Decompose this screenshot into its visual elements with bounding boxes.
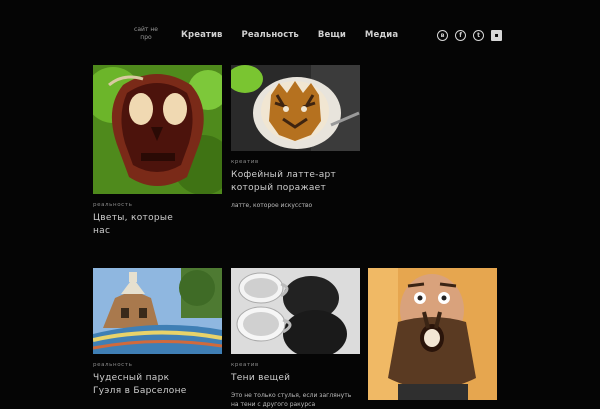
article-card: креатив Тени вещей Это не только стулья,…: [231, 268, 360, 409]
article-title[interactable]: Чудесный парк Гуэля в Барселоне: [93, 372, 222, 398]
article-title-line-2: нас: [93, 226, 111, 236]
site-logo[interactable]: сайт не про: [131, 26, 161, 42]
article-thumbnail-park[interactable]: [93, 268, 222, 354]
main-nav: Креатив Реальность Вещи Медиа: [181, 30, 417, 40]
article-category: реальность: [93, 202, 133, 208]
article-title[interactable]: Цветы, которые нас: [93, 212, 222, 238]
nav-item-creative[interactable]: Креатив: [181, 30, 223, 40]
article-thumbnail-cups[interactable]: [231, 268, 360, 354]
article-title-line-1: Цветы, которые: [93, 213, 174, 223]
article-title[interactable]: Тени вещей: [231, 372, 360, 385]
article-card: реальность Чудесный парк Гуэля в Барсело…: [93, 268, 222, 398]
article-card: креатив Кофейный латте-арт который пораж…: [231, 65, 360, 210]
article-excerpt: латте, которое искусство: [231, 202, 313, 209]
social-links: в f t ▪: [437, 30, 502, 41]
article-category: креатив: [231, 159, 259, 165]
article-card: [368, 268, 497, 400]
nav-item-media[interactable]: Медиа: [365, 30, 398, 40]
article-title-line-1: Чудесный парк: [93, 373, 170, 383]
article-title-line-2: Гуэля в Барселоне: [93, 386, 187, 396]
vk-icon[interactable]: в: [437, 30, 448, 41]
facebook-icon[interactable]: f: [455, 30, 466, 41]
article-thumbnail-latte[interactable]: [231, 65, 360, 151]
article-title-line-2: который поражает: [231, 183, 327, 193]
article-category: реальность: [93, 362, 133, 368]
nav-item-things[interactable]: Вещи: [318, 30, 346, 40]
article-title-line-1: Кофейный латте-арт: [231, 170, 337, 180]
twitter-icon[interactable]: t: [473, 30, 484, 41]
article-category: креатив: [231, 362, 259, 368]
article-thumbnail-flower[interactable]: [93, 65, 222, 194]
article-excerpt: Это не только стулья, если заглянуть на …: [231, 392, 352, 408]
logo-line-2: про: [140, 34, 152, 41]
rss-icon[interactable]: ▪: [491, 30, 502, 41]
article-title[interactable]: Кофейный латте-арт который поражает: [231, 169, 360, 195]
nav-item-reality[interactable]: Реальность: [242, 30, 299, 40]
logo-line-1: сайт не: [134, 26, 158, 33]
article-card: реальность Цветы, которые нас: [93, 65, 222, 238]
article-title-line-1: Тени вещей: [231, 373, 291, 383]
article-thumbnail-portrait[interactable]: [368, 268, 497, 400]
